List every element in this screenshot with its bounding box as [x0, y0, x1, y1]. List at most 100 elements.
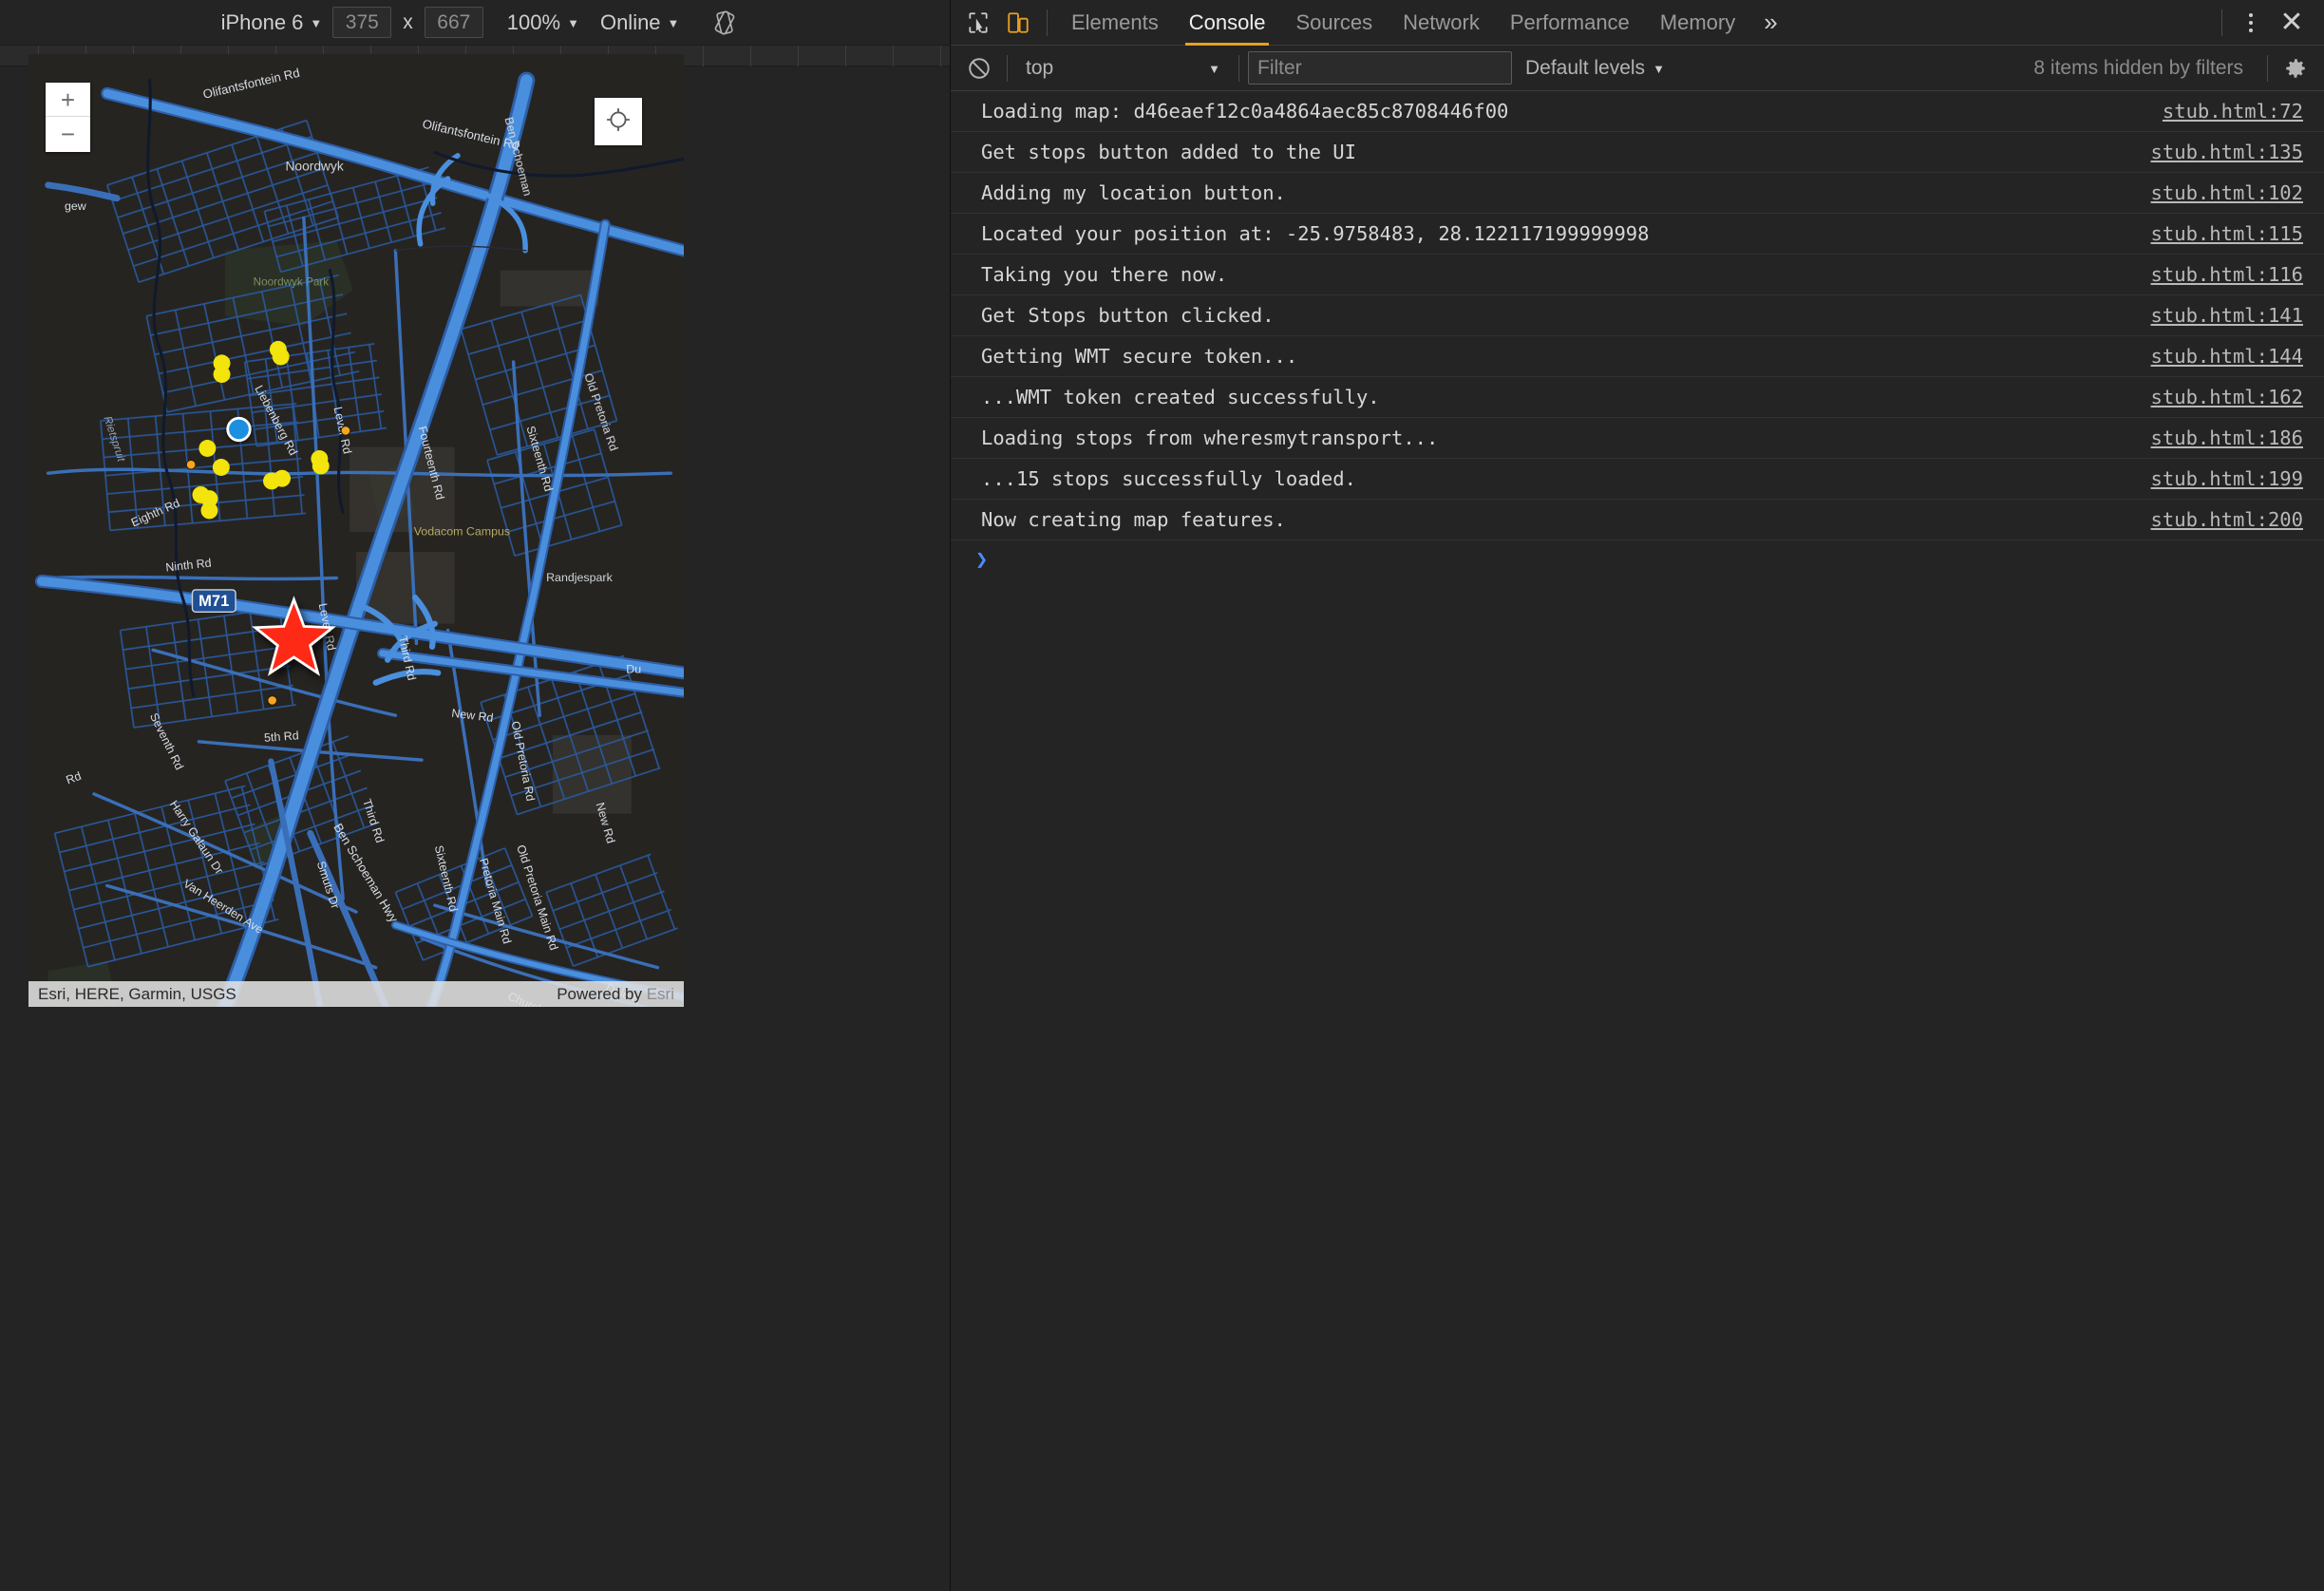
console-log-row[interactable]: ...15 stops successfully loaded. stub.htm…: [951, 459, 2324, 500]
clear-console-icon[interactable]: [960, 49, 998, 87]
zoom-out-button[interactable]: −: [46, 117, 90, 151]
console-log-source-link[interactable]: stub.html:199: [2151, 467, 2303, 490]
transit-stop-marker[interactable]: [212, 459, 230, 476]
map-minor-marker[interactable]: [340, 426, 351, 436]
transit-stop-marker[interactable]: [312, 457, 330, 475]
map-label: Vodacom Campus: [414, 525, 510, 539]
console-log-source-link[interactable]: stub.html:115: [2151, 222, 2303, 245]
zoom-in-button[interactable]: +: [46, 83, 90, 117]
network-throttling-selector[interactable]: Online ▼: [590, 10, 690, 35]
console-log-message: Now creating map features.: [981, 508, 1286, 531]
zoom-selector[interactable]: 100% ▼: [497, 10, 590, 35]
tab-label: Memory: [1659, 9, 1736, 34]
more-tabs-button[interactable]: »: [1750, 0, 1790, 46]
app-root: iPhone 6 ▼ 375 x 667 100% ▼ Online ▼ M71…: [0, 0, 2324, 1591]
devtools-tabbar-right: ✕: [2213, 2, 2324, 44]
rotate-device-icon[interactable]: [710, 9, 739, 37]
map-minor-marker[interactable]: [185, 459, 197, 470]
console-log-source-link[interactable]: stub.html:116: [2151, 263, 2303, 286]
console-log-message: Loading stops from wheresmytransport...: [981, 426, 1439, 449]
chevron-down-icon: ▼: [667, 16, 680, 30]
console-log-source-link[interactable]: stub.html:200: [2151, 508, 2303, 531]
hidden-items-message: 8 items hidden by filters: [2033, 56, 2243, 79]
console-log-source-link[interactable]: stub.html:141: [2151, 304, 2303, 327]
toolbar-divider: [2267, 54, 2268, 82]
console-log-source-link[interactable]: stub.html:162: [2151, 386, 2303, 408]
console-log-row[interactable]: Loading stops from wheresmytransport... s…: [951, 418, 2324, 459]
tab-console[interactable]: Console: [1174, 0, 1281, 46]
esri-brand-link[interactable]: Esri: [647, 985, 674, 1003]
console-log-row[interactable]: Get stops button added to the UI stub.htm…: [951, 132, 2324, 173]
map-minor-marker[interactable]: [267, 695, 278, 706]
network-value-label: Online: [599, 9, 661, 34]
tab-memory[interactable]: Memory: [1645, 0, 1750, 46]
transit-stop-marker[interactable]: [272, 348, 290, 366]
transit-stop-marker[interactable]: [200, 502, 218, 520]
console-log-source-link[interactable]: stub.html:144: [2151, 345, 2303, 368]
console-log-row[interactable]: Now creating map features. stub.html:200: [951, 500, 2324, 540]
user-location-marker: [226, 416, 252, 443]
console-log-message: Getting WMT secure token...: [981, 345, 1298, 368]
tab-elements[interactable]: Elements: [1056, 0, 1174, 46]
tab-label: Console: [1188, 9, 1266, 34]
toolbar-divider: [2221, 9, 2222, 36]
console-log-message: Get stops button added to the UI: [981, 141, 1356, 163]
device-emulation-pane: iPhone 6 ▼ 375 x 667 100% ▼ Online ▼ M71…: [0, 0, 950, 1591]
inspect-element-icon[interactable]: [958, 3, 998, 43]
console-log-source-link[interactable]: stub.html:72: [2163, 100, 2303, 123]
device-width-value: 375: [345, 10, 379, 33]
console-log-source-link[interactable]: stub.html:186: [2151, 426, 2303, 449]
transit-stop-marker[interactable]: [274, 469, 291, 487]
map-attribution-bar: Esri, HERE, Garmin, USGS Powered by Esri: [28, 981, 684, 1007]
console-log-message: ...15 stops successfully loaded.: [981, 467, 1356, 490]
more-options-icon[interactable]: [2231, 3, 2271, 43]
gear-icon[interactable]: [2277, 49, 2315, 87]
console-log-row[interactable]: Loading map: d46eaef12c0a4864aec85c87084…: [951, 91, 2324, 132]
chevron-down-icon: ▼: [1208, 62, 1220, 76]
transit-stop-marker[interactable]: [192, 485, 210, 503]
transit-stop-marker[interactable]: [213, 366, 231, 384]
console-log-source-link[interactable]: stub.html:135: [2151, 141, 2303, 163]
console-log-message: Taking you there now.: [981, 263, 1228, 286]
toolbar-divider: [1238, 54, 1239, 82]
locate-crosshair-icon: [605, 106, 632, 138]
console-filter-input[interactable]: [1248, 51, 1512, 85]
console-log-message: ...WMT token created successfully.: [981, 386, 1380, 408]
console-log-row[interactable]: Located your position at: -25.9758483, 2…: [951, 214, 2324, 255]
console-log-source-link[interactable]: stub.html:102: [2151, 181, 2303, 204]
chevron-down-icon: ▼: [310, 16, 323, 30]
console-prompt-row[interactable]: ❯: [951, 540, 2324, 579]
transit-stop-marker[interactable]: [198, 440, 217, 457]
execution-context-selector[interactable]: top ▼: [1016, 57, 1230, 80]
map-label: 5th Rd: [264, 729, 300, 745]
console-log-row[interactable]: Get Stops button clicked. stub.html:141: [951, 295, 2324, 336]
log-levels-selector[interactable]: Default levels ▼: [1512, 57, 1678, 80]
tab-label: Elements: [1071, 9, 1159, 34]
tab-performance[interactable]: Performance: [1495, 0, 1645, 46]
road-shield-m71: M71: [191, 589, 236, 614]
zoom-value-label: 100%: [506, 9, 561, 34]
console-log-list[interactable]: Loading map: d46eaef12c0a4864aec85c87084…: [951, 91, 2324, 1591]
devtools-tabbar: Elements Console Sources Network Performance…: [951, 0, 2324, 46]
console-log-row[interactable]: Adding my location button. stub.html:102: [951, 173, 2324, 214]
map-label: Du: [626, 662, 641, 675]
locate-me-button[interactable]: [595, 98, 642, 145]
map-canvas[interactable]: M71 Olifantsfontein RdOlifantsfontein Rd…: [28, 54, 684, 1007]
device-height-input[interactable]: 667: [424, 7, 483, 38]
powered-by-prefix: Powered by: [557, 984, 647, 1003]
tab-sources[interactable]: Sources: [1280, 0, 1388, 46]
device-selector[interactable]: iPhone 6 ▼: [211, 10, 333, 35]
toggle-device-toolbar-icon[interactable]: [998, 3, 1038, 43]
map-label: Randjespark: [546, 571, 613, 584]
console-log-row[interactable]: ...WMT token created successfully. stub.h…: [951, 377, 2324, 418]
powered-by-label[interactable]: Powered by Esri: [557, 985, 674, 1004]
tab-network[interactable]: Network: [1388, 0, 1495, 46]
device-width-input[interactable]: 375: [332, 7, 392, 38]
console-log-row[interactable]: Taking you there now. stub.html:116: [951, 255, 2324, 295]
close-icon[interactable]: ✕: [2271, 2, 2313, 44]
map-viewport[interactable]: M71 Olifantsfontein Rd Olifantsfontein Rd…: [28, 54, 684, 1007]
zoom-controls[interactable]: + −: [46, 83, 90, 152]
console-log-row[interactable]: Getting WMT secure token... stub.html:144: [951, 336, 2324, 377]
log-levels-label: Default levels: [1525, 56, 1646, 79]
console-log-message: Loading map: d46eaef12c0a4864aec85c87084…: [981, 100, 1509, 123]
